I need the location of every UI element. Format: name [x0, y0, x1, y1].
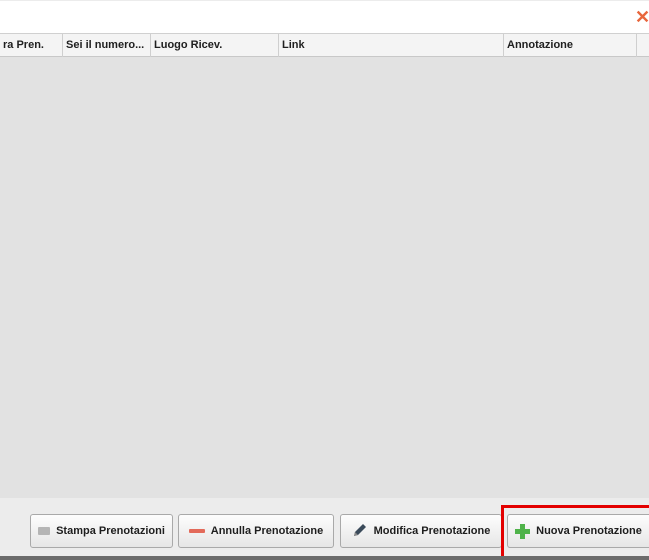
table-header: ra Pren. Sei il numero... Luogo Ricev. L…: [0, 33, 649, 57]
column-header-annotazione[interactable]: Annotazione: [504, 34, 637, 57]
printer-icon: [38, 527, 51, 535]
cancel-booking-label: Annulla Prenotazione: [210, 525, 324, 537]
window-top-bar: ✕: [0, 0, 649, 34]
table-body[interactable]: [0, 57, 649, 498]
column-header-link[interactable]: Link: [279, 34, 504, 57]
print-bookings-button[interactable]: Stampa Prenotazioni: [30, 514, 173, 548]
bottom-border: [0, 556, 649, 560]
pencil-icon: [352, 522, 368, 541]
column-header-extra[interactable]: [637, 34, 649, 57]
column-header-data-pren[interactable]: ra Pren.: [0, 34, 63, 57]
cancel-booking-button[interactable]: Annulla Prenotazione: [178, 514, 334, 548]
column-header-luogo-ricev[interactable]: Luogo Ricev.: [151, 34, 279, 57]
highlight-box: [501, 505, 649, 560]
minus-icon: [188, 529, 205, 533]
print-bookings-label: Stampa Prenotazioni: [56, 525, 165, 537]
column-header-numero[interactable]: Sei il numero...: [63, 34, 151, 57]
edit-booking-label: Modifica Prenotazione: [373, 525, 491, 537]
close-icon[interactable]: ✕: [635, 7, 649, 27]
edit-booking-button[interactable]: Modifica Prenotazione: [340, 514, 502, 548]
